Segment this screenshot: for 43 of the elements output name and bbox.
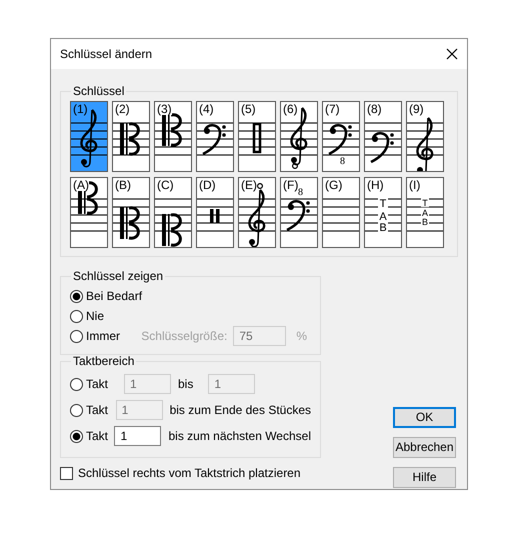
clef-option[interactable]: (1)	[70, 101, 108, 172]
radio-button[interactable]	[70, 330, 83, 342]
clef-option[interactable]: (6)	[280, 101, 318, 172]
clef-option[interactable]: (G)	[322, 177, 360, 248]
radio-label: Nie	[86, 308, 104, 324]
clef-option[interactable]: (7) 8	[322, 101, 360, 172]
clef-option[interactable]: (A)	[70, 177, 108, 248]
clef-option[interactable]: (2)	[112, 101, 150, 172]
clef-option[interactable]: (D)	[196, 177, 234, 248]
radio-button[interactable]	[70, 310, 83, 322]
dialog-button[interactable]: Hilfe	[393, 467, 456, 488]
group-label: Taktbereich	[72, 355, 136, 367]
size-label: Schlüsselgröße:	[141, 328, 228, 344]
radio-button[interactable]	[70, 430, 83, 442]
radio-label: Bei Bedarf	[86, 288, 142, 304]
radio-label: Takt	[86, 402, 110, 418]
dialog-button[interactable]: OK	[393, 407, 456, 428]
group-label: Schlüssel	[72, 85, 126, 97]
radio-label: Immer	[86, 328, 120, 344]
dialog-button[interactable]: Abbrechen	[393, 437, 456, 458]
clef-option[interactable]: (5)	[238, 101, 276, 172]
clef-option[interactable]: (9)	[406, 101, 444, 172]
close-button[interactable]	[445, 47, 459, 61]
clef-option[interactable]: (H) T A B	[364, 177, 402, 248]
bar-field[interactable]: 1	[114, 426, 162, 446]
radio-button[interactable]	[70, 290, 83, 302]
percent-label: %	[296, 328, 307, 344]
clef-option[interactable]: (E)	[238, 177, 276, 248]
window-title: Schlüssel ändern	[60, 46, 152, 62]
clef-option[interactable]: (B)	[112, 177, 150, 248]
radio-label: Takt	[86, 428, 110, 444]
range-label: bis	[178, 376, 194, 392]
checkbox-label: Schlüssel rechts vom Taktstrich platzieren	[78, 466, 301, 480]
group-label: Schlüssel zeigen	[72, 270, 164, 282]
clef-option[interactable]: (C)	[154, 177, 192, 248]
clef-option[interactable]: (8)	[364, 101, 402, 172]
clef-option[interactable]: (3)	[154, 101, 192, 172]
clef-option[interactable]: (4)	[196, 101, 234, 172]
clef-option[interactable]: (I) T A B	[406, 177, 444, 248]
range-label: bis zum nächsten Wechsel	[168, 428, 311, 444]
radio-label: Takt	[86, 376, 110, 392]
checkbox[interactable]	[60, 466, 73, 480]
range-label: bis zum Ende des Stückes	[170, 402, 311, 418]
